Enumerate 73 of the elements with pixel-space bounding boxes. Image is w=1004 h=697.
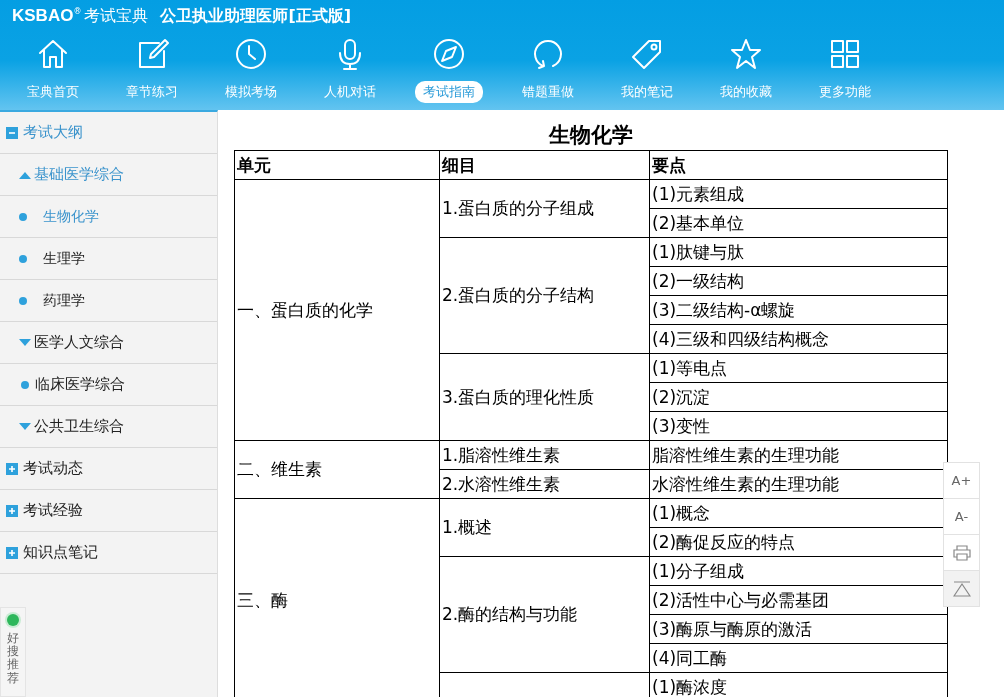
table-cell: 二、维生素 — [234, 440, 440, 499]
column-header: 细目 — [439, 150, 650, 180]
bullet-icon — [21, 380, 29, 389]
nav-tab[interactable]: 章节练习 — [117, 81, 186, 103]
compass-icon[interactable] — [431, 37, 466, 71]
table-cell: 2.酶的结构与功能 — [439, 556, 650, 673]
table-cell: (2)沉淀 — [649, 382, 948, 412]
sidebar-item[interactable]: 考试大纲 — [23, 123, 83, 142]
collapse-icon[interactable] — [6, 126, 18, 139]
table-cell: 2.水溶性维生素 — [439, 469, 650, 499]
sidebar-item[interactable]: 生物化学 — [43, 207, 99, 226]
table-cell: 一、蛋白质的化学 — [234, 179, 440, 441]
table-cell: (1)等电点 — [649, 353, 948, 383]
sidebar-item[interactable]: 考试动态 — [23, 459, 83, 478]
table-cell: 1.脂溶性维生素 — [439, 440, 650, 470]
bullet-icon — [19, 254, 27, 263]
table-cell: (4)三级和四级结构概念 — [649, 324, 948, 354]
expand-icon[interactable] — [6, 462, 18, 475]
table-cell: (3)二级结构-α螺旋 — [649, 295, 948, 325]
sidebar-item[interactable]: 考试经验 — [23, 501, 83, 520]
nav-tab[interactable]: 宝典首页 — [18, 81, 87, 103]
clock-icon[interactable] — [233, 37, 268, 71]
status-dot-icon — [7, 614, 19, 626]
sidebar-item[interactable]: 临床医学综合 — [35, 375, 125, 394]
brand-name: 考试宝典 — [84, 5, 149, 27]
font-size-button[interactable]: A- — [943, 498, 980, 535]
table-cell: 1.概述 — [439, 498, 650, 557]
sidebar-item[interactable]: 医学人文综合 — [34, 333, 124, 352]
page-title: 生物化学 — [547, 122, 634, 149]
font-size-button[interactable]: A+ — [943, 462, 980, 499]
bullet-icon — [19, 212, 27, 221]
table-cell: 1.蛋白质的分子组成 — [439, 179, 650, 238]
sidebar-item[interactable]: 药理学 — [43, 291, 85, 310]
nav-tab[interactable]: 考试指南 — [414, 81, 483, 103]
nav-tab[interactable]: 我的收藏 — [711, 81, 780, 103]
recommend-label: 好搜推荐 — [7, 632, 19, 685]
expand-icon[interactable] — [6, 504, 18, 517]
caret-up-icon[interactable] — [19, 170, 31, 179]
table-cell: (4)同工酶 — [649, 643, 948, 673]
caret-down-icon[interactable] — [19, 338, 31, 347]
table-cell: (1)元素组成 — [649, 179, 948, 209]
table-cell: (2)基本单位 — [649, 208, 948, 238]
sidebar-item[interactable]: 基础医学综合 — [34, 165, 124, 184]
printer-icon — [952, 544, 971, 561]
nav-tab[interactable]: 人机对话 — [315, 81, 384, 103]
table-cell: 3.蛋白质的理化性质 — [439, 353, 650, 441]
table-cell: (3)酶原与酶原的激活 — [649, 614, 948, 644]
nav-tab[interactable]: 错题重做 — [513, 81, 582, 103]
table-cell: (2)一级结构 — [649, 266, 948, 296]
caret-down-icon[interactable] — [19, 422, 31, 431]
nav-tab[interactable]: 模拟考场 — [216, 81, 285, 103]
nav-tab[interactable]: 我的笔记 — [612, 81, 681, 103]
table-cell: (1)肽键与肽 — [649, 237, 948, 267]
table-cell: (3)变性 — [649, 411, 948, 441]
expand-icon[interactable] — [6, 546, 18, 559]
table-cell: 2.蛋白质的分子结构 — [439, 237, 650, 354]
back-to-top-button[interactable] — [943, 570, 980, 607]
table-cell: 三、酶 — [234, 498, 440, 697]
window-title: 公卫执业助理医师[正式版] — [160, 5, 352, 27]
tag-icon[interactable] — [629, 37, 664, 71]
bullet-icon — [19, 296, 27, 305]
back-to-top-icon — [952, 580, 971, 597]
registered-mark: ® — [73, 7, 82, 16]
sidebar-item[interactable]: 知识点笔记 — [23, 543, 98, 562]
column-header: 单元 — [234, 150, 440, 180]
star-icon[interactable] — [728, 37, 763, 71]
nav-tab[interactable]: 更多功能 — [810, 81, 879, 103]
print-button[interactable] — [943, 534, 980, 571]
logo-text: KSBAO — [12, 6, 74, 26]
recommend-widget[interactable]: 好搜推荐 — [0, 607, 26, 697]
sidebar-item[interactable]: 公共卫生综合 — [34, 417, 124, 436]
sidebar-item[interactable]: 生理学 — [43, 249, 85, 268]
column-header: 要点 — [649, 150, 948, 180]
